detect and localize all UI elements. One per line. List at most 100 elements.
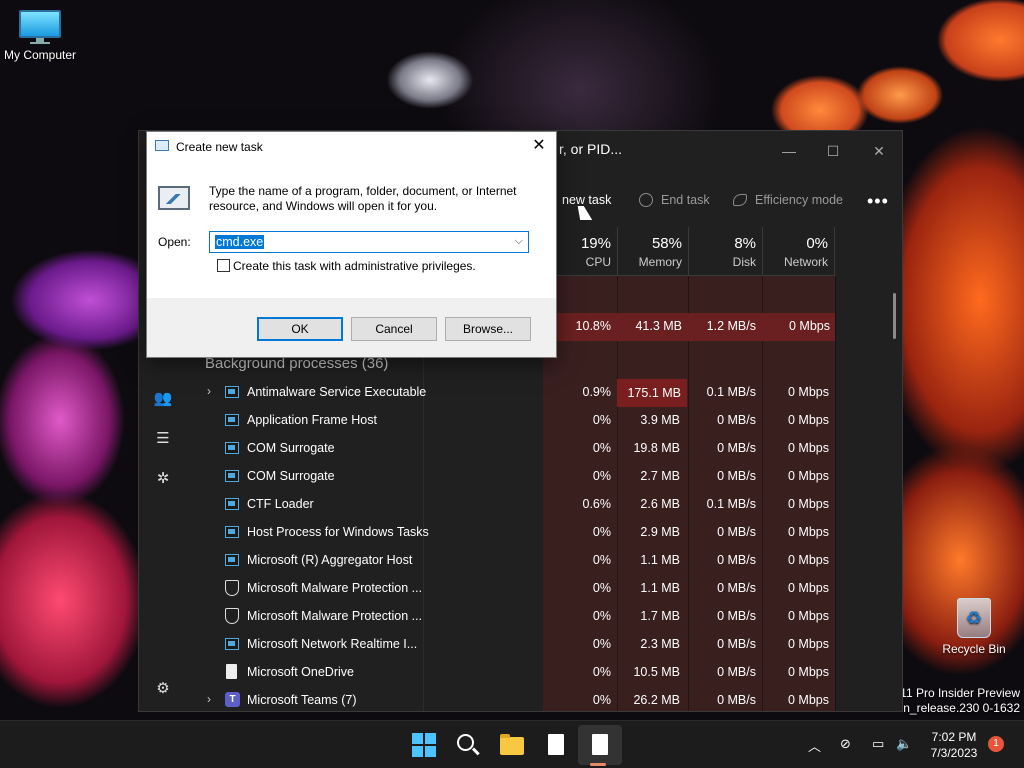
scrollbar-thumb[interactable] (893, 293, 896, 339)
table-row[interactable]: Microsoft Malware Protection ... 0% 1.7 MB… (187, 603, 837, 631)
app-icon (225, 386, 239, 398)
clock-time: 7:02 PM (931, 730, 977, 744)
run-window-icon (155, 140, 169, 151)
recycle-bin-icon: ♻ (957, 598, 991, 638)
document-icon (226, 664, 237, 679)
folder-icon (500, 734, 524, 755)
network-value: 0 Mbps (788, 553, 829, 567)
table-row[interactable]: › T Microsoft Teams (7) 0% 26.2 MB 0 MB/s 0 Mb… (187, 687, 837, 711)
create-new-task-dialog: Create new task ✕ Type the name of a pro… (146, 131, 557, 358)
file-explorer-button[interactable] (498, 731, 526, 759)
disk-value: 0 MB/s (717, 441, 756, 455)
network-value: 0 Mbps (788, 413, 829, 427)
network-value: 0 Mbps (788, 385, 829, 399)
cpu-value: 0% (592, 525, 611, 539)
dialog-close-button[interactable]: ✕ (528, 135, 550, 157)
disk-value: 0 MB/s (717, 469, 756, 483)
memory-value: 2.3 MB (640, 637, 680, 651)
volume-icon[interactable]: 🔈 (896, 736, 912, 752)
run-new-task-button[interactable]: new task (562, 193, 611, 207)
open-label: Open: (158, 235, 191, 249)
display-icon[interactable]: ▭ (872, 736, 884, 752)
search-button[interactable] (454, 731, 482, 759)
desktop-icon-my-computer[interactable]: My Computer (0, 10, 80, 62)
table-row[interactable]: Microsoft (R) Aggregator Host 0% 1.1 MB 0 M… (187, 547, 837, 575)
open-combobox[interactable]: cmd.exe ⌵ (209, 231, 529, 253)
memory-value: 2.6 MB (640, 497, 680, 511)
column-header-memory[interactable]: 58% Memory (617, 227, 688, 275)
cpu-value: 0% (592, 553, 611, 567)
task-manager-taskbar-button[interactable] (586, 731, 614, 759)
process-name: COM Surrogate (247, 441, 335, 455)
maximize-button[interactable]: ☐ (810, 137, 856, 165)
details-icon[interactable]: ☰ (153, 429, 173, 449)
desktop-icon-recycle-bin[interactable]: ♻ Recycle Bin (934, 598, 1014, 656)
app-icon (225, 414, 239, 426)
network-label: Network (783, 255, 828, 269)
admin-privileges-checkbox[interactable] (217, 259, 230, 272)
memory-value: 2.7 MB (640, 469, 680, 483)
chevron-right-icon[interactable]: › (207, 692, 211, 706)
network-value: 0 Mbps (788, 609, 829, 623)
table-row-selected-app[interactable]: 10.8% 41.3 MB 1.2 MB/s 0 Mbps (543, 313, 835, 341)
document-icon (592, 734, 608, 755)
network-value: 0 Mbps (788, 441, 829, 455)
table-row[interactable]: CTF Loader 0.6% 2.6 MB 0.1 MB/s 0 Mbps (187, 491, 837, 519)
process-name: CTF Loader (247, 497, 314, 511)
search-input[interactable]: r, or PID... (559, 141, 622, 157)
notification-badge[interactable]: 1 (988, 736, 1004, 752)
services-icon[interactable]: ✲ (153, 469, 173, 489)
clock[interactable]: 7:02 PM 7/3/2023 (924, 729, 984, 761)
network-value: 0 Mbps (788, 693, 829, 707)
column-header-disk[interactable]: 8% Disk (688, 227, 762, 275)
disk-value: 0 MB/s (717, 693, 756, 707)
end-task-label: End task (661, 193, 710, 207)
chevron-right-icon[interactable]: › (207, 384, 211, 398)
open-input-value[interactable]: cmd.exe (215, 235, 265, 249)
memory-value: 1.7 MB (640, 609, 680, 623)
table-row[interactable]: › Antimalware Service Executable 0.9% 175.1… (187, 379, 837, 407)
network-disconnected-icon[interactable]: ⊘ (840, 736, 851, 752)
table-row[interactable]: Host Process for Windows Tasks 0% 2.9 MB 0 … (187, 519, 837, 547)
dialog-title-bar: Create new task ✕ (147, 132, 556, 162)
process-name: Host Process for Windows Tasks (247, 525, 429, 539)
network-value: 0 Mbps (788, 525, 829, 539)
desktop-icon-label: My Computer (3, 48, 77, 62)
efficiency-mode-label: Efficiency mode (755, 193, 844, 207)
table-row[interactable]: Microsoft Malware Protection ... 0% 1.1 MB… (187, 575, 837, 603)
more-options-button[interactable]: ••• (867, 191, 889, 212)
table-row[interactable]: Application Frame Host 0% 3.9 MB 0 MB/s 0 Mb… (187, 407, 837, 435)
efficiency-mode-button[interactable]: Efficiency mode (733, 193, 843, 207)
end-task-button[interactable]: End task (639, 193, 710, 207)
minimize-button[interactable]: — (766, 137, 812, 165)
show-hidden-icons-chevron[interactable]: ︿ (808, 736, 821, 755)
cpu-value: 0% (592, 609, 611, 623)
admin-privileges-label[interactable]: Create this task with administrative pri… (233, 259, 476, 273)
table-row[interactable]: COM Surrogate 0% 2.7 MB 0 MB/s 0 Mbps (187, 463, 837, 491)
shield-icon (225, 580, 239, 596)
settings-icon[interactable]: ⚙ (153, 679, 173, 699)
cpu-value: 0% (592, 693, 611, 707)
process-name: Application Frame Host (247, 413, 377, 427)
chevron-down-icon[interactable]: ⌵ (515, 235, 523, 248)
table-row[interactable]: Microsoft OneDrive 0% 10.5 MB 0 MB/s 0 Mbps (187, 659, 837, 687)
column-header-network[interactable]: 0% Network (762, 227, 835, 275)
app-icon (225, 442, 239, 454)
users-icon[interactable]: 👥 (153, 389, 173, 409)
memory-label: Memory (638, 255, 682, 269)
process-name: Microsoft Malware Protection ... (247, 581, 423, 595)
memory-percent: 58% (651, 235, 682, 252)
network-value: 0 Mbps (788, 665, 829, 679)
table-row[interactable]: COM Surrogate 0% 19.8 MB 0 MB/s 0 Mbps (187, 435, 837, 463)
app-icon (225, 638, 239, 650)
cancel-button[interactable]: Cancel (351, 317, 437, 341)
cpu-value: 0% (592, 581, 611, 595)
table-row[interactable]: Microsoft Network Realtime I... 0% 2.3 MB 0… (187, 631, 837, 659)
start-button[interactable] (410, 731, 438, 759)
close-button[interactable]: ✕ (856, 137, 902, 165)
notepad-button[interactable] (542, 731, 570, 759)
os-watermark-line2: n_release.230 0-1632 (903, 701, 1020, 715)
memory-value: 41.3 MB (635, 319, 682, 333)
ok-button[interactable]: OK (257, 317, 343, 341)
browse-button[interactable]: Browse... (445, 317, 531, 341)
